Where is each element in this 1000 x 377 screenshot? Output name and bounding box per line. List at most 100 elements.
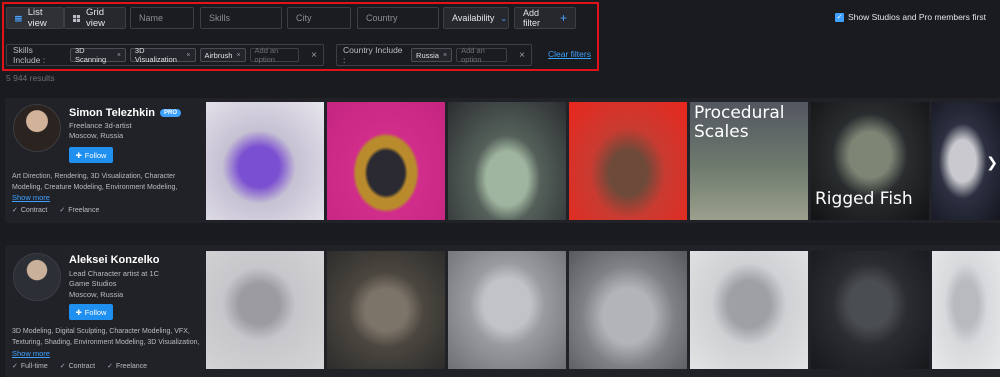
list-view-button[interactable]: List view	[6, 7, 64, 29]
city-placeholder: City	[296, 13, 312, 23]
remove-chip-icon[interactable]: ×	[117, 52, 121, 59]
pro-badge: PRO	[159, 109, 181, 117]
artist-name[interactable]: Simon Telezhkin	[69, 107, 155, 119]
portfolio-thumbnail[interactable]	[327, 102, 445, 220]
add-filter-label: Add filter	[523, 8, 541, 28]
studios-first-toggle[interactable]: ✓ Show Studios and Pro members first	[835, 12, 986, 22]
availability-label: Availability	[452, 13, 495, 23]
country-include-filter[interactable]: Country Include : Russia × Add an option …	[336, 44, 532, 66]
portfolio-thumbnail[interactable]	[327, 251, 445, 369]
results-count: 5 944 results	[6, 73, 55, 83]
availability-tag: ✓ Freelance	[59, 206, 99, 215]
artist-skills: Art Direction, Rendering, 3D Visualizati…	[12, 173, 178, 191]
check-icon: ✓	[12, 207, 18, 214]
check-icon: ✓	[59, 207, 66, 214]
artist-skills: 3D Modeling, Digital Sculpting, Characte…	[12, 328, 200, 346]
chip-label: Russia	[416, 50, 439, 60]
country-add-option-input[interactable]: Add an option	[456, 46, 508, 64]
chip-label: Airbrush	[204, 50, 233, 60]
show-more-link[interactable]: Show more	[12, 193, 50, 202]
tag-label: Full-time	[20, 362, 48, 370]
country-placeholder: Country	[366, 13, 398, 23]
follow-label: Follow	[84, 307, 107, 317]
portfolio-thumbnail[interactable]	[569, 251, 687, 369]
toggle-label: Show Studios and Pro members first	[848, 12, 986, 22]
follow-button[interactable]: ✚ Follow	[69, 147, 113, 163]
chevron-right-icon[interactable]: ❯	[986, 154, 998, 171]
artist-name[interactable]: Aleksei Konzelko	[69, 254, 159, 266]
check-icon: ✓	[12, 363, 18, 370]
availability-tag: ✓ Contract	[59, 362, 96, 371]
artist-card: Aleksei Konzelko Lead Character artist a…	[5, 245, 1000, 377]
artist-role: Freelance 3d-artist	[69, 121, 132, 130]
city-input[interactable]: City	[287, 7, 351, 29]
availability-tags: ✓ Contract ✓ Freelance	[12, 206, 99, 215]
check-icon: ✓	[107, 363, 113, 370]
artist-role: Lead Character artist at 1C Game Studios	[69, 269, 160, 288]
clear-filters-link[interactable]: Clear filters	[548, 49, 591, 59]
portfolio-thumbnail[interactable]	[206, 251, 324, 369]
skill-chip[interactable]: 3D Scanning ×	[69, 46, 126, 64]
grid-icon	[73, 14, 81, 22]
skills-include-filter[interactable]: Skills Include : 3D Scanning × 3D Visuali…	[6, 44, 324, 66]
remove-chip-icon[interactable]: ×	[236, 52, 240, 59]
check-icon: ✓	[59, 363, 66, 370]
country-chip[interactable]: Russia ×	[411, 48, 453, 62]
availability-tag: ✓ Contract	[12, 206, 48, 215]
artist-location: Moscow, Russia	[69, 131, 124, 140]
avatar[interactable]	[13, 253, 61, 301]
clear-country-icon[interactable]: ×	[519, 50, 525, 61]
skills-input[interactable]: Skills	[200, 7, 282, 29]
country-input[interactable]: Country	[357, 7, 439, 29]
skill-chip[interactable]: Airbrush ×	[199, 48, 246, 62]
tag-label: Freelance	[115, 362, 148, 370]
chip-label: 3D Visualization	[134, 46, 177, 64]
name-placeholder: Name	[139, 13, 164, 23]
artist-name-row: Simon Telezhkin PRO	[69, 107, 181, 119]
list-view-label: List view	[27, 7, 47, 29]
country-include-label: Country Include :	[343, 45, 403, 65]
follow-button[interactable]: ✚ Follow	[69, 304, 113, 320]
add-filter-button[interactable]: Add filter +	[514, 7, 576, 29]
portfolio-thumbnail[interactable]: Procedural Scales	[690, 102, 808, 220]
availability-tag: ✓ Freelance	[107, 362, 148, 371]
portfolio-thumbnail[interactable]: Rigged Fish	[811, 102, 929, 220]
user-plus-icon: ✚	[75, 307, 82, 317]
portfolio-thumbnail[interactable]	[448, 102, 566, 220]
portfolio-thumbnail[interactable]	[690, 251, 808, 369]
artist-location: Moscow, Russia	[69, 290, 124, 299]
add-option-placeholder: Add an option	[254, 46, 279, 64]
checkbox-checked-icon[interactable]: ✓	[835, 12, 844, 22]
show-more-link[interactable]: Show more	[12, 349, 50, 358]
name-input[interactable]: Name	[130, 7, 194, 29]
plus-icon: +	[559, 11, 567, 25]
remove-chip-icon[interactable]: ×	[443, 52, 447, 59]
portfolio-thumbnail[interactable]	[206, 102, 324, 220]
skills-add-option-input[interactable]: Add an option	[249, 46, 300, 64]
skills-include-label: Skills Include :	[13, 45, 46, 65]
chevron-down-icon: ⌄	[500, 13, 508, 23]
skills-placeholder: Skills	[209, 13, 231, 23]
portfolio-thumbnail[interactable]	[932, 251, 1000, 369]
user-plus-icon: ✚	[75, 150, 82, 160]
availability-tag: ✓ Full-time	[12, 362, 48, 371]
thumbnail-overlay-text: Procedural Scales	[694, 103, 785, 142]
tag-label: Contract	[68, 362, 96, 370]
portfolio-thumbnail[interactable]	[569, 102, 687, 220]
avatar[interactable]	[13, 104, 61, 152]
artist-name-row: Aleksei Konzelko	[69, 254, 159, 266]
clear-skills-icon[interactable]: ×	[311, 50, 317, 61]
portfolio-thumbnail[interactable]	[448, 251, 566, 369]
follow-label: Follow	[84, 150, 107, 160]
availability-tags: ✓ Full-time ✓ Contract ✓ Freelance	[12, 362, 148, 371]
chip-label: 3D Scanning	[74, 46, 107, 64]
grid-view-button[interactable]: Grid view	[64, 7, 126, 29]
list-icon	[15, 15, 22, 21]
artist-card: Simon Telezhkin PRO Freelance 3d-artist …	[5, 98, 1000, 223]
grid-view-label: Grid view	[86, 7, 106, 29]
tag-label: Contract	[20, 206, 48, 214]
skill-chip[interactable]: 3D Visualization ×	[129, 46, 196, 64]
availability-dropdown[interactable]: Availability ⌄	[443, 7, 509, 29]
remove-chip-icon[interactable]: ×	[186, 52, 190, 59]
portfolio-thumbnail[interactable]	[811, 251, 929, 369]
